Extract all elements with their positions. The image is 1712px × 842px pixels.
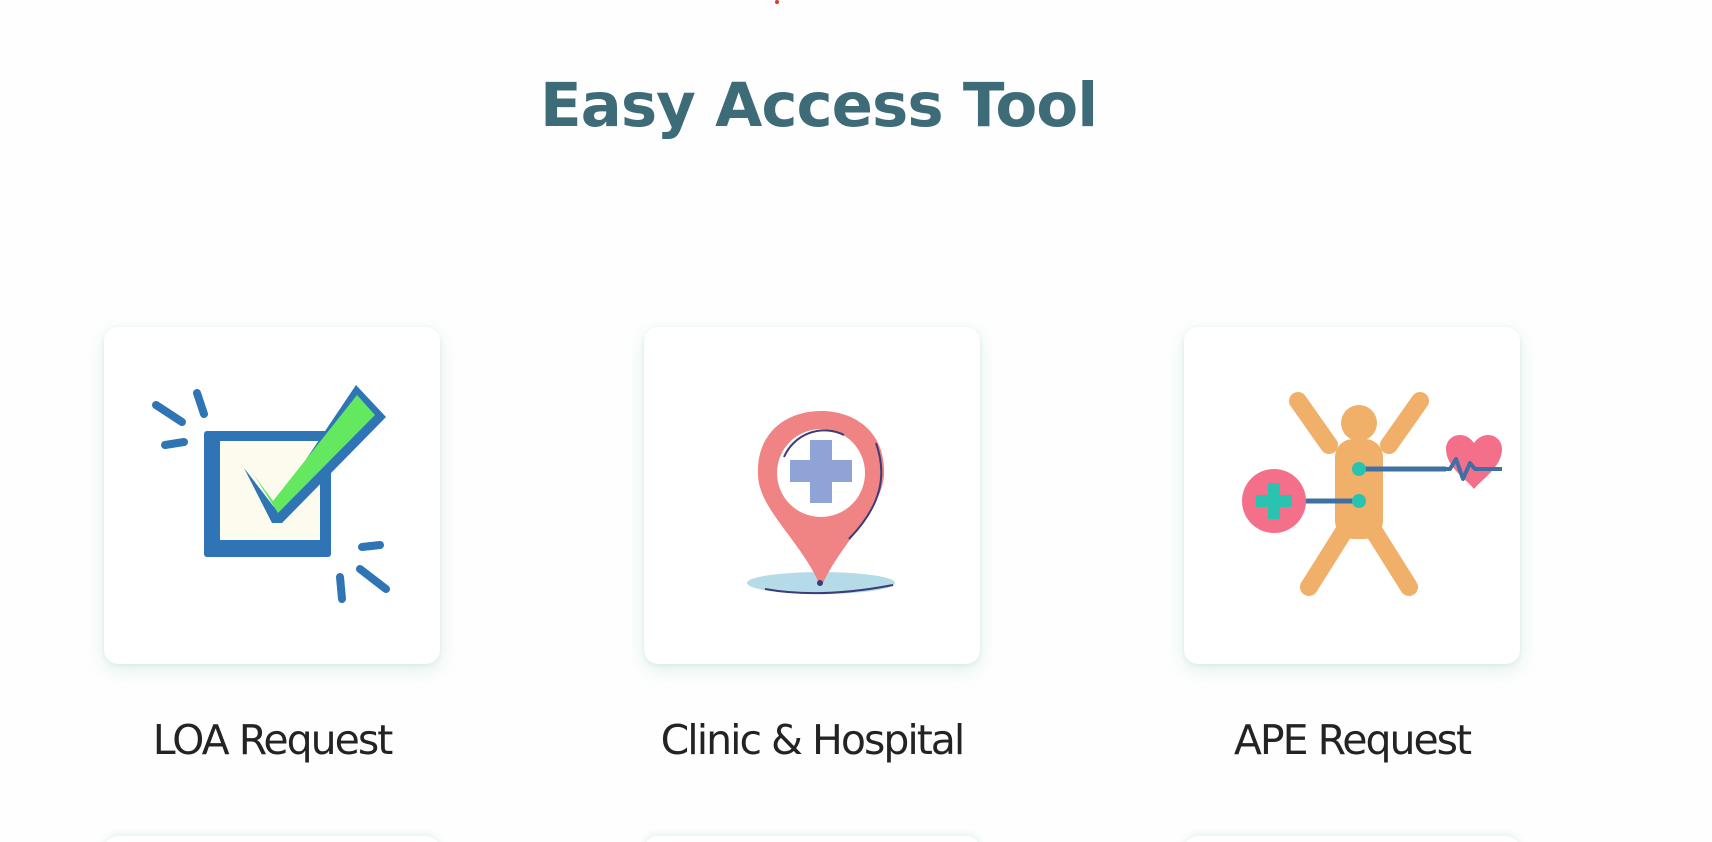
next-row-card-peek[interactable]: [1184, 836, 1520, 842]
decorative-dot: [775, 0, 779, 4]
page: Easy Access Tool LOA Request Clinic & Ho…: [0, 0, 1712, 842]
clinic-hospital-label[interactable]: Clinic & Hospital: [602, 710, 1022, 770]
ape-request-label[interactable]: APE Request: [1142, 710, 1562, 770]
location-pin-medical-icon: [747, 411, 895, 595]
next-row-card-peek[interactable]: [104, 836, 440, 842]
checkbox-check-icon: [152, 385, 390, 603]
clinic-hospital-card[interactable]: [644, 327, 980, 664]
health-person-icon: [1242, 392, 1502, 596]
loa-request-label[interactable]: LOA Request: [62, 710, 482, 770]
ape-request-card[interactable]: [1184, 327, 1520, 664]
section-title: Easy Access Tool: [540, 70, 1098, 141]
next-row-card-peek[interactable]: [644, 836, 980, 842]
loa-request-card[interactable]: [104, 327, 440, 664]
